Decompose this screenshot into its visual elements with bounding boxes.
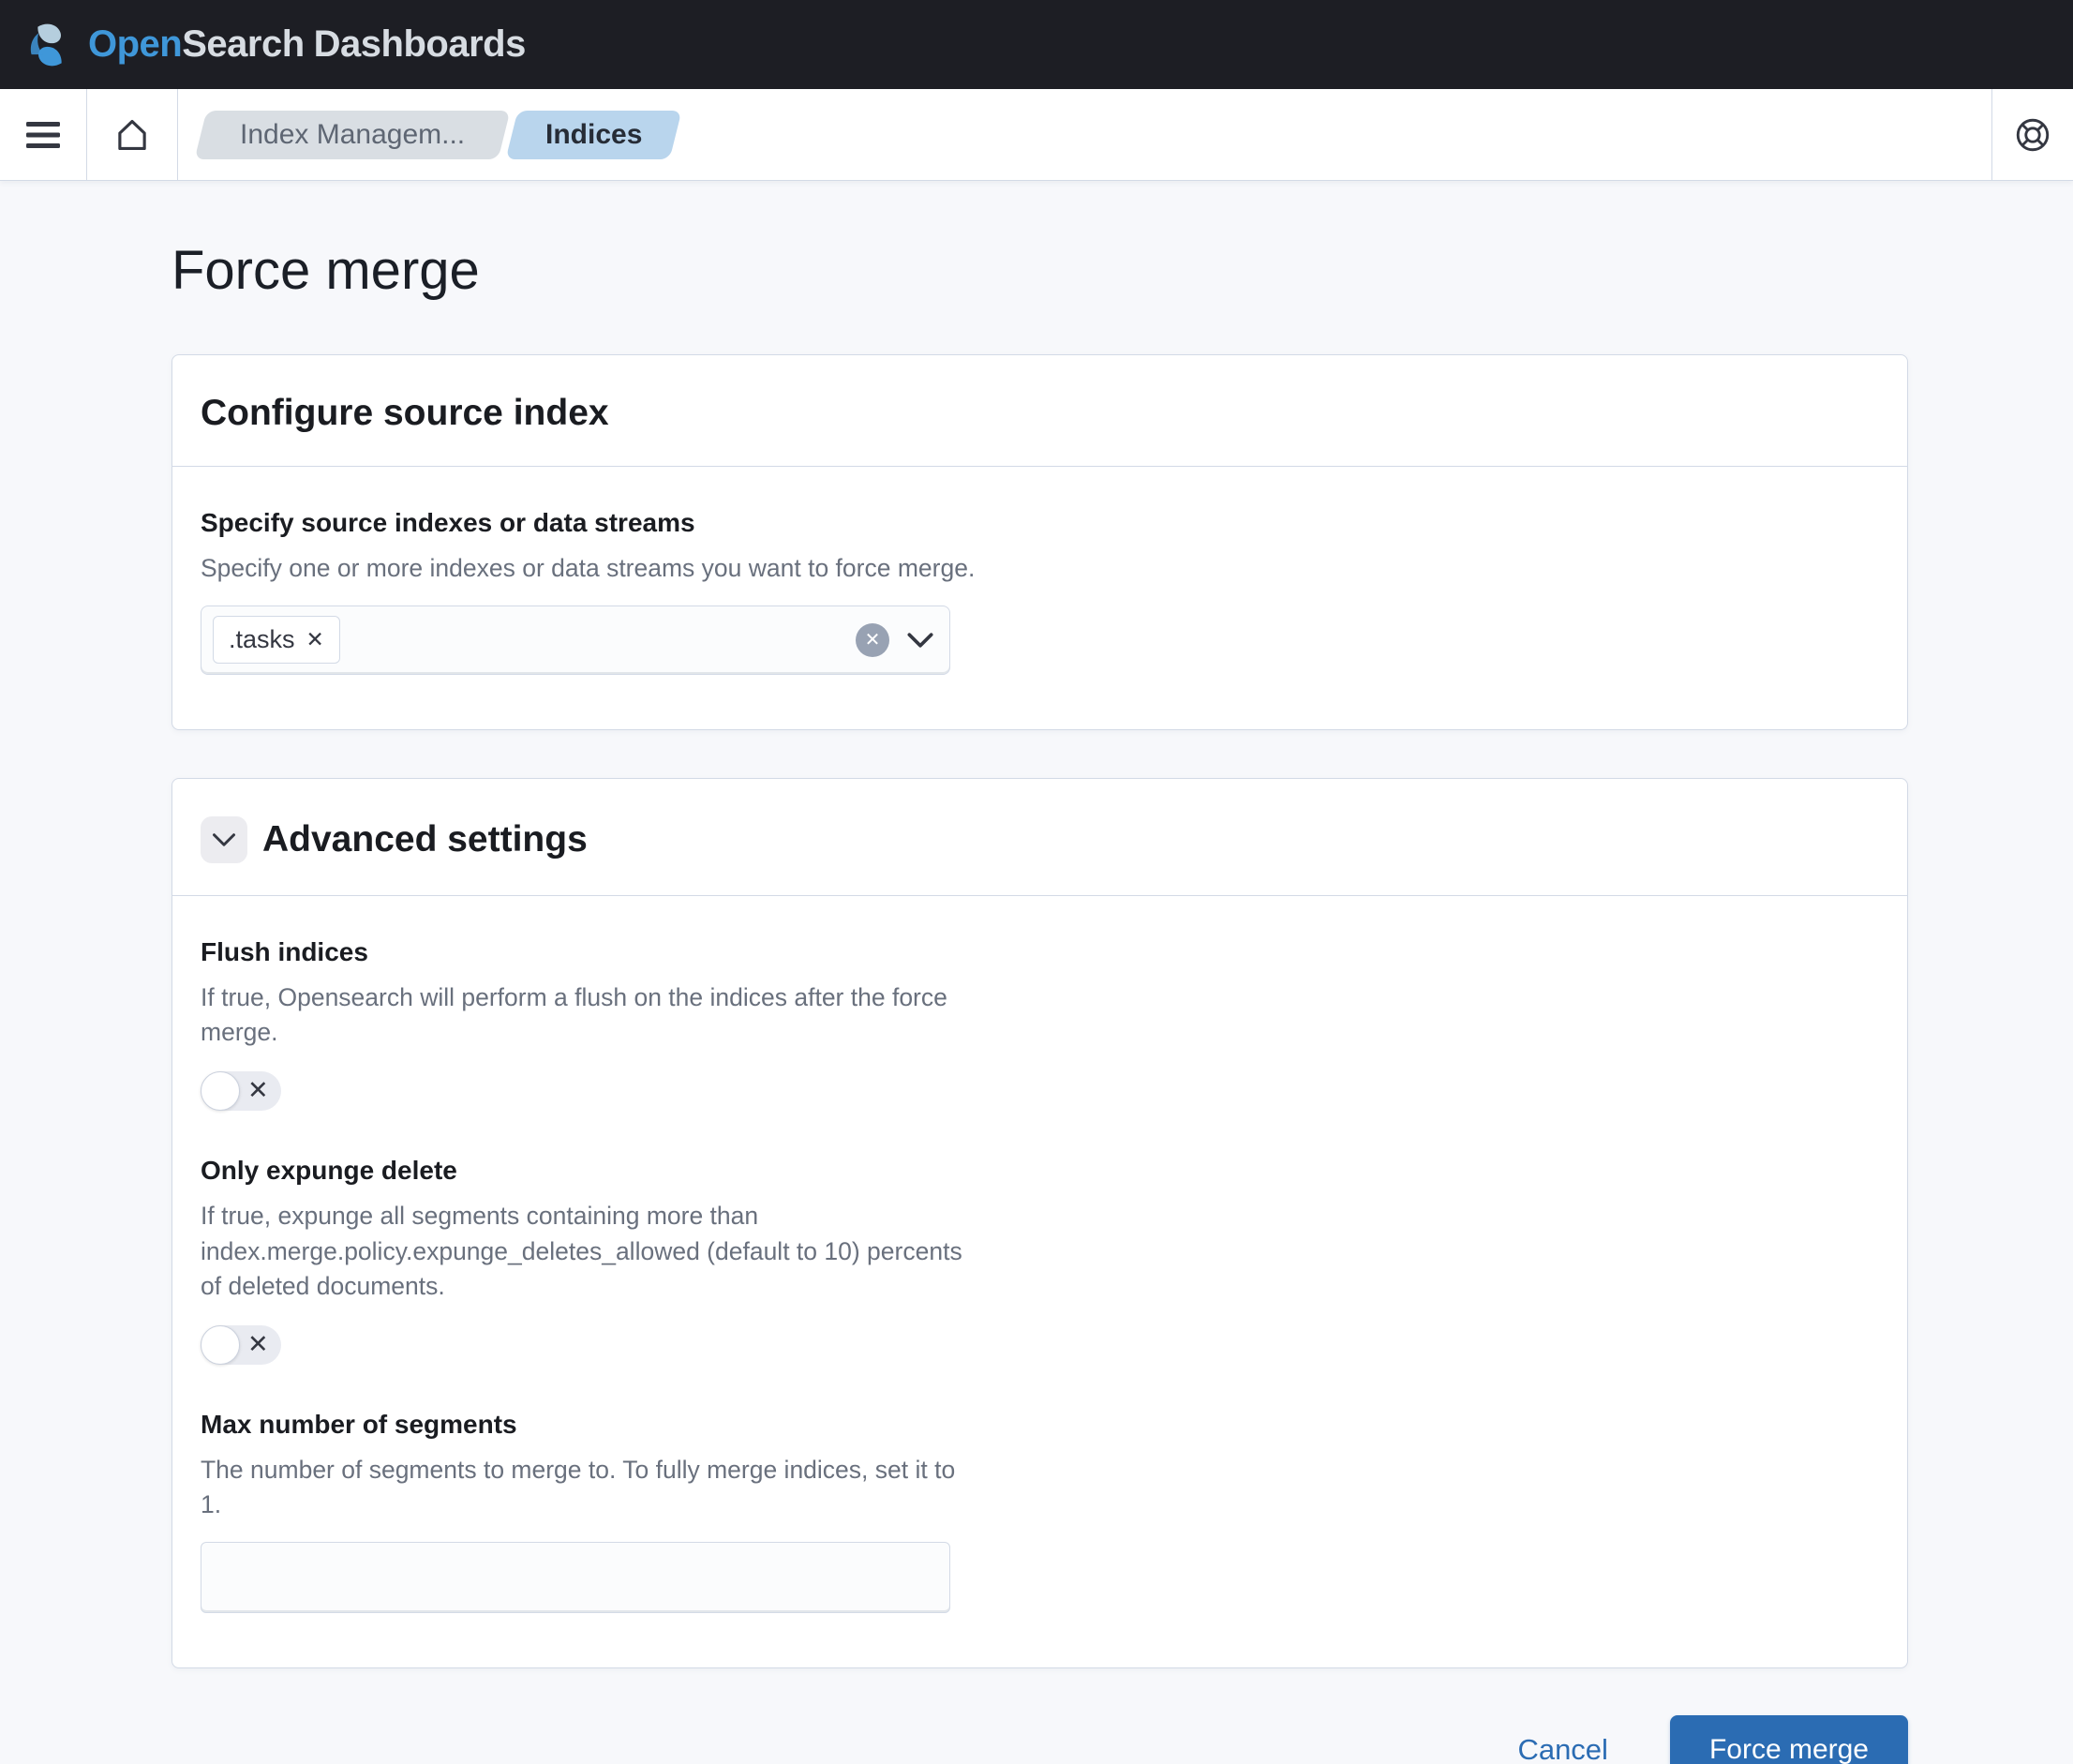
home-button[interactable]: [87, 89, 177, 180]
remove-index-icon[interactable]: ✕: [306, 629, 324, 650]
source-indexes-combobox[interactable]: .tasks ✕ ✕: [201, 605, 950, 675]
brand-title: OpenSearchDashboards: [88, 23, 526, 66]
breadcrumb-label: Index Managem...: [240, 119, 465, 151]
app-header: OpenSearchDashboards: [0, 0, 2073, 89]
cancel-button[interactable]: Cancel: [1517, 1733, 1608, 1764]
max-segments-group: Max number of segments The number of seg…: [201, 1410, 1879, 1613]
chevron-down-icon: [211, 831, 237, 848]
main-content: Force merge Configure source index Speci…: [0, 239, 2073, 1764]
only-expunge-delete-help: If true, expunge all segments containing…: [201, 1199, 978, 1305]
only-expunge-delete-label: Only expunge delete: [201, 1156, 1879, 1186]
panel-title: Advanced settings: [262, 819, 588, 860]
flush-indices-label: Flush indices: [201, 937, 1879, 967]
max-segments-label: Max number of segments: [201, 1410, 1879, 1440]
advanced-settings-panel: Advanced settings Flush indices If true,…: [172, 778, 1908, 1668]
only-expunge-delete-group: Only expunge delete If true, expunge all…: [201, 1156, 1879, 1365]
selected-index-label: .tasks: [229, 625, 295, 654]
selected-index-pill: .tasks ✕: [213, 616, 340, 664]
flush-indices-toggle[interactable]: ✕: [201, 1071, 281, 1111]
advanced-settings-collapse-button[interactable]: [201, 816, 247, 863]
opensearch-logo[interactable]: OpenSearchDashboards: [24, 20, 526, 70]
breadcrumb-index-management[interactable]: Index Managem...: [195, 111, 511, 159]
clear-icon: ✕: [865, 631, 881, 650]
flush-indices-group: Flush indices If true, Opensearch will p…: [201, 937, 1879, 1111]
source-indexes-group: Specify source indexes or data streams S…: [201, 508, 1879, 675]
nav-divider: [177, 89, 178, 180]
clear-selection-button[interactable]: ✕: [856, 623, 889, 657]
toggle-knob: [201, 1071, 240, 1111]
breadcrumb: Index Managem... Indices: [201, 111, 677, 159]
chevron-down-icon[interactable]: [906, 631, 934, 650]
force-merge-button[interactable]: Force merge: [1670, 1715, 1908, 1764]
flush-indices-help: If true, Opensearch will perform a flush…: [201, 980, 978, 1051]
toggle-off-icon: ✕: [247, 1325, 269, 1365]
opensearch-logo-icon: [24, 20, 75, 70]
toggle-off-icon: ✕: [247, 1071, 269, 1111]
brand-open: Open: [88, 23, 182, 65]
breadcrumb-label: Indices: [545, 119, 642, 151]
page-title: Force merge: [172, 239, 1908, 302]
help-icon: [2013, 115, 2052, 155]
max-segments-input[interactable]: [201, 1542, 950, 1613]
source-indexes-label: Specify source indexes or data streams: [201, 508, 1879, 538]
breadcrumb-bar: Index Managem... Indices: [0, 89, 2073, 181]
help-menu-button[interactable]: [1992, 89, 2073, 180]
brand-search: Search: [182, 23, 304, 65]
hamburger-icon: [24, 119, 62, 151]
toggle-knob: [201, 1325, 240, 1365]
menu-toggle-button[interactable]: [0, 89, 86, 180]
form-actions: Cancel Force merge: [172, 1715, 1908, 1764]
only-expunge-delete-toggle[interactable]: ✕: [201, 1325, 281, 1365]
home-icon: [112, 115, 152, 155]
configure-source-index-panel: Configure source index Specify source in…: [172, 354, 1908, 730]
brand-dashboards: Dashboards: [314, 23, 526, 65]
breadcrumb-indices[interactable]: Indices: [506, 111, 682, 159]
max-segments-help: The number of segments to merge to. To f…: [201, 1453, 978, 1523]
source-indexes-help: Specify one or more indexes or data stre…: [201, 551, 978, 587]
panel-title: Configure source index: [201, 393, 609, 434]
